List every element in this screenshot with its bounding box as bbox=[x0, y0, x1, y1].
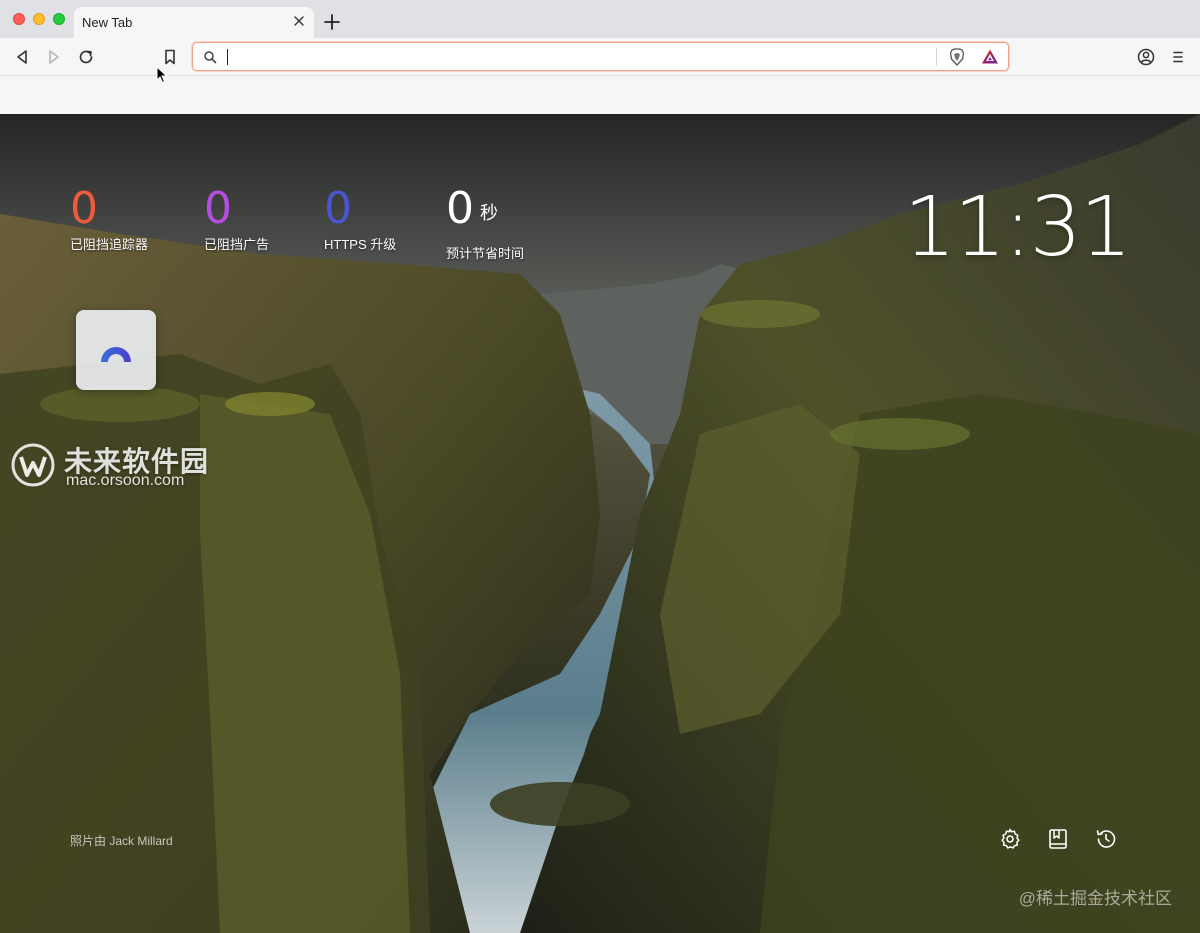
brave-shields-icon[interactable] bbox=[947, 47, 967, 67]
trackers-count: 0 bbox=[70, 183, 98, 234]
tab-strip: New Tab bbox=[0, 0, 1200, 38]
time-saved-value: 0 bbox=[446, 183, 474, 234]
site-favicon-icon bbox=[101, 347, 131, 362]
minimize-window-button[interactable] bbox=[33, 13, 45, 25]
top-site-tile[interactable] bbox=[76, 310, 156, 390]
close-window-button[interactable] bbox=[13, 13, 25, 25]
address-input[interactable] bbox=[233, 47, 873, 67]
tab-new-tab[interactable]: New Tab bbox=[74, 7, 314, 38]
ads-count: 0 bbox=[204, 183, 232, 234]
bookmarks-bar bbox=[0, 75, 1200, 114]
new-tab-page: 0 已阻挡追踪器 0 已阻挡广告 0 HTTPS 升级 0秒 预计节省时间 11… bbox=[0, 114, 1200, 933]
back-icon[interactable] bbox=[12, 47, 32, 67]
history-icon[interactable] bbox=[1094, 827, 1118, 851]
ads-label: 已阻挡广告 bbox=[204, 237, 270, 252]
trackers-label: 已阻挡追踪器 bbox=[70, 237, 149, 252]
photo-credit[interactable]: 照片由 Jack Millard bbox=[70, 832, 173, 849]
stat-https: 0 HTTPS 升级 bbox=[324, 186, 396, 253]
bookmarks-manager-icon[interactable] bbox=[1046, 827, 1070, 851]
url-divider bbox=[936, 48, 937, 66]
tab-title: New Tab bbox=[82, 15, 133, 30]
https-label: HTTPS 升级 bbox=[324, 237, 397, 252]
mouse-cursor-icon bbox=[156, 66, 168, 84]
menu-icon[interactable] bbox=[1168, 47, 1188, 67]
watermark-url: mac.orsoon.com bbox=[66, 472, 185, 489]
stat-time-saved: 0秒 预计节省时间 bbox=[446, 186, 524, 262]
toolbar bbox=[0, 38, 1200, 75]
orsoon-logo-icon bbox=[11, 443, 55, 487]
clock: 11:31 bbox=[903, 180, 1132, 275]
reload-icon[interactable] bbox=[76, 47, 96, 67]
close-icon[interactable] bbox=[290, 12, 308, 30]
time-saved-label: 预计节省时间 bbox=[446, 246, 525, 261]
new-tab-button[interactable] bbox=[322, 12, 342, 32]
forward-icon[interactable] bbox=[44, 47, 64, 67]
settings-icon[interactable] bbox=[998, 827, 1022, 851]
stat-ads: 0 已阻挡广告 bbox=[204, 186, 269, 253]
time-saved-unit: 秒 bbox=[480, 203, 498, 224]
bookmark-icon[interactable] bbox=[160, 47, 180, 67]
https-count: 0 bbox=[324, 183, 352, 234]
brave-rewards-icon[interactable] bbox=[980, 47, 1000, 67]
zoom-window-button[interactable] bbox=[53, 13, 65, 25]
stat-trackers: 0 已阻挡追踪器 bbox=[70, 186, 148, 253]
search-icon bbox=[204, 51, 217, 64]
juejin-watermark: @稀土掘金技术社区 bbox=[1018, 889, 1172, 908]
profile-icon[interactable] bbox=[1136, 47, 1156, 67]
address-bar[interactable] bbox=[192, 42, 1009, 71]
text-caret bbox=[227, 49, 228, 65]
